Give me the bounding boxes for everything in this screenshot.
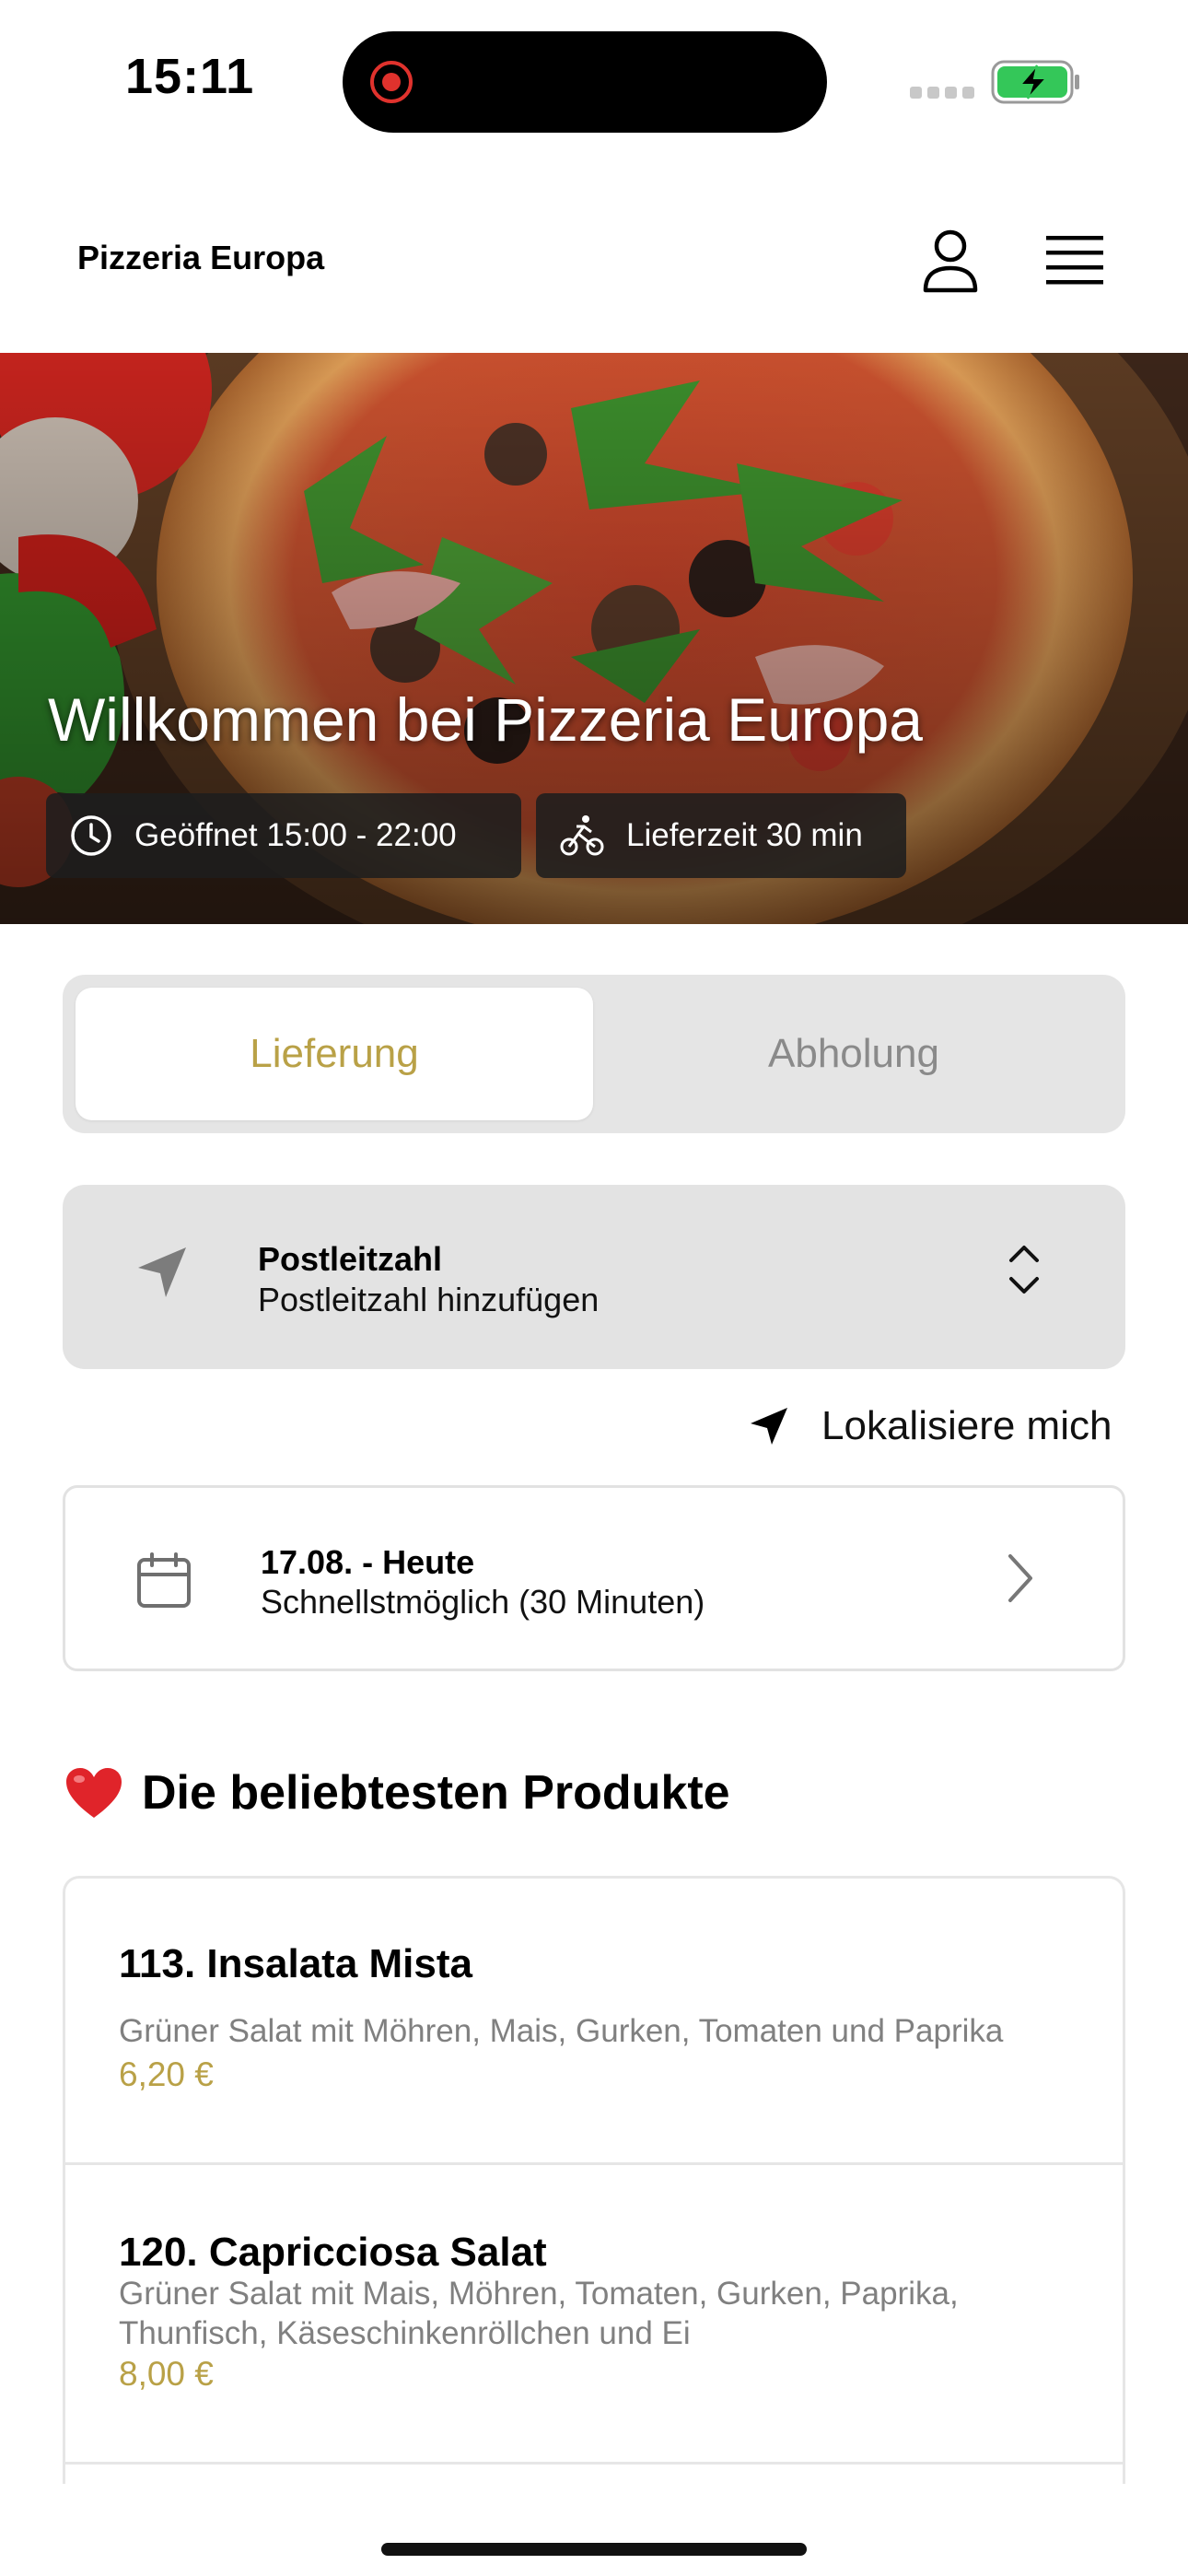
- dynamic-island: [343, 31, 827, 133]
- welcome-title: Willkommen bei Pizzeria Europa: [48, 685, 924, 754]
- status-bar: 15:11: [0, 0, 1188, 161]
- home-indicator: [381, 2543, 807, 2556]
- product-price: 8,00 €: [119, 2355, 214, 2393]
- bicycle-courier-icon: [560, 815, 604, 856]
- product-card[interactable]: 113. Insalata Mista Grüner Salat mit Möh…: [65, 1879, 1123, 2165]
- delivery-date: 17.08. - Heute: [261, 1543, 475, 1581]
- popular-products-list: 113. Insalata Mista Grüner Salat mit Möh…: [63, 1876, 1125, 2484]
- product-card[interactable]: 120. Capricciosa Salat Grüner Salat mit …: [65, 2165, 1123, 2465]
- product-name: 120. Capricciosa Salat: [119, 2230, 547, 2275]
- product-description: Grüner Salat mit Mais, Möhren, Tomaten, …: [119, 2276, 959, 2351]
- pickup-tab[interactable]: Abholung: [595, 988, 1112, 1120]
- delivery-tab[interactable]: Lieferung: [76, 988, 593, 1120]
- location-arrow-icon: [751, 1408, 787, 1445]
- recording-icon: [370, 61, 413, 103]
- locate-me-button[interactable]: Lokalisiere mich: [748, 1399, 1112, 1454]
- hero-banner: Willkommen bei Pizzeria Europa Geöffnet …: [0, 353, 1188, 924]
- delivery-time-text: Lieferzeit 30 min: [626, 817, 863, 853]
- battery-charging-icon: [991, 60, 1079, 104]
- opening-hours-text: Geöffnet 15:00 - 22:00: [134, 817, 457, 853]
- clock-icon: [71, 815, 111, 856]
- hamburger-menu-icon[interactable]: [1042, 231, 1107, 290]
- postal-code-selector[interactable]: Postleitzahl Postleitzahl hinzufügen: [63, 1185, 1125, 1369]
- delivery-time-selector[interactable]: 17.08. - Heute Schnellstmöglich (30 Minu…: [63, 1485, 1125, 1671]
- cellular-signal-icon: [910, 87, 974, 99]
- postal-code-field[interactable]: Postleitzahl hinzufügen: [258, 1281, 599, 1319]
- order-mode-toggle: Lieferung Abholung: [63, 975, 1125, 1133]
- heart-icon: [66, 1768, 122, 1818]
- delivery-time-badge: Lieferzeit 30 min: [536, 793, 906, 878]
- product-name: 113. Insalata Mista: [119, 1941, 472, 1986]
- calendar-icon: [137, 1552, 191, 1608]
- product-price: 6,20 €: [119, 2055, 214, 2093]
- postal-code-label: Postleitzahl: [258, 1240, 443, 1278]
- location-arrow-icon: [138, 1247, 186, 1297]
- popular-products-heading: Die beliebtesten Produkte: [64, 1765, 730, 1821]
- chevron-right-icon: [1008, 1554, 1032, 1602]
- chevron-up-down-icon: [1009, 1246, 1039, 1294]
- product-description: Grüner Salat mit Möhren, Mais, Gurken, T…: [119, 2013, 1004, 2049]
- popular-products-title: Die beliebtesten Produkte: [142, 1766, 730, 1820]
- restaurant-name: Pizzeria Europa: [77, 239, 325, 276]
- delivery-time-option: Schnellstmöglich (30 Minuten): [261, 1583, 705, 1621]
- user-icon[interactable]: [914, 224, 987, 298]
- opening-hours-badge: Geöffnet 15:00 - 22:00: [46, 793, 521, 878]
- status-time: 15:11: [125, 49, 255, 104]
- locate-me-label: Lokalisiere mich: [821, 1403, 1112, 1448]
- app-header: Pizzeria Europa: [0, 161, 1188, 353]
